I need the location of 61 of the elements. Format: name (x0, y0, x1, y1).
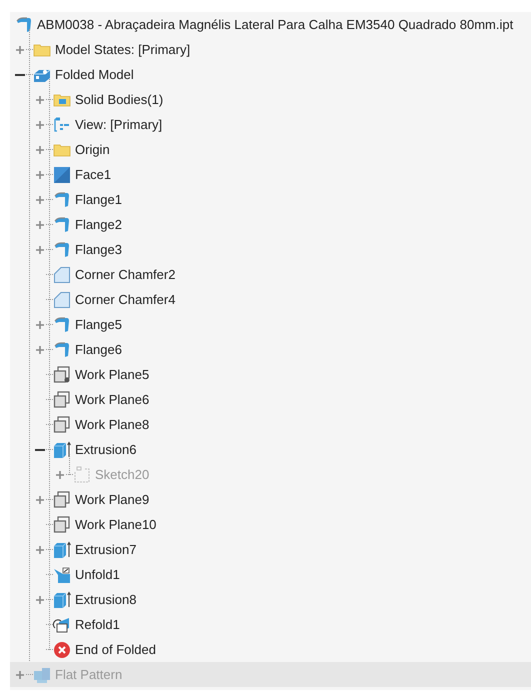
expand-icon[interactable] (34, 168, 46, 180)
unfold-icon (53, 566, 71, 584)
chamfer-icon (53, 290, 71, 308)
extrusion-icon (53, 440, 71, 458)
work-plane-icon (53, 366, 71, 384)
refold-icon (53, 616, 71, 634)
tree-item-label[interactable]: Flange5 (75, 314, 122, 334)
bent-sheet-icon (53, 316, 71, 334)
bent-sheet-icon (53, 240, 71, 258)
chamfer-icon (53, 266, 71, 284)
tree-item-label[interactable]: Face1 (75, 164, 112, 184)
error-icon (53, 640, 71, 658)
expand-icon[interactable] (34, 344, 46, 356)
expand-icon[interactable] (34, 494, 46, 506)
tree-item-label[interactable]: Origin (75, 140, 110, 160)
expand-icon[interactable] (14, 44, 26, 56)
tree-item-label[interactable]: Extrusion7 (75, 540, 136, 560)
tree-item-label[interactable]: Work Plane9 (75, 490, 150, 510)
work-plane-icon (53, 490, 71, 508)
tree-item-label[interactable]: Extrusion6 (75, 440, 136, 460)
tree-item-label[interactable]: End of Folded (75, 640, 156, 660)
bent-sheet-icon (15, 16, 33, 34)
expand-icon[interactable] (34, 118, 46, 130)
bent-sheet-icon (53, 216, 71, 234)
tree-item-label[interactable]: Refold1 (75, 614, 120, 634)
bent-sheet-icon (53, 190, 71, 208)
expand-icon[interactable] (34, 144, 46, 156)
extrusion-icon (53, 540, 71, 558)
expand-icon[interactable] (34, 194, 46, 206)
tree-item-label[interactable]: Solid Bodies(1) (75, 90, 164, 110)
tree-item-label[interactable]: Flange6 (75, 340, 122, 360)
view-tree-icon (53, 116, 71, 134)
expand-icon[interactable] (34, 94, 46, 106)
extrusion-icon (53, 590, 71, 608)
tree-item-label[interactable]: Folded Model (55, 64, 134, 84)
tree-item-label[interactable]: Corner Chamfer4 (75, 290, 176, 310)
tree-item-label[interactable]: Flange1 (75, 190, 122, 210)
work-plane-icon (53, 416, 71, 434)
expand-icon[interactable] (34, 318, 46, 330)
tree-item-label[interactable]: Model States: [Primary] (55, 40, 190, 60)
expand-icon[interactable] (34, 594, 46, 606)
tree-item-label[interactable]: ABM0038 - Abraçadeira Magnélis Lateral Para Calha EM3540 Quadrado 80mm.ipt (37, 14, 514, 34)
tree-item-label[interactable]: Flange2 (75, 214, 122, 234)
tree-item-label[interactable]: Work Plane6 (75, 390, 150, 410)
tree-item-label[interactable]: Extrusion8 (75, 590, 136, 610)
tree-item-label[interactable]: Corner Chamfer2 (75, 264, 176, 284)
sketch-icon (73, 466, 91, 484)
tree-item-label[interactable]: Flange3 (75, 240, 122, 260)
face-icon (53, 166, 71, 184)
tree-item-label[interactable]: Work Plane10 (75, 514, 156, 534)
tree-item-label[interactable]: Unfold1 (75, 564, 120, 584)
tree-item-label[interactable]: Work Plane8 (75, 414, 150, 434)
bent-sheet-icon (53, 340, 71, 358)
flat-sheet-icon (33, 666, 51, 684)
work-plane-icon (53, 390, 71, 408)
tree-item-label[interactable]: Work Plane5 (75, 364, 150, 384)
work-plane-icon (53, 516, 71, 534)
expand-icon[interactable] (34, 544, 46, 556)
expand-icon[interactable] (34, 218, 46, 230)
expand-icon[interactable] (34, 244, 46, 256)
tree-item-label[interactable]: View: [Primary] (75, 114, 162, 134)
